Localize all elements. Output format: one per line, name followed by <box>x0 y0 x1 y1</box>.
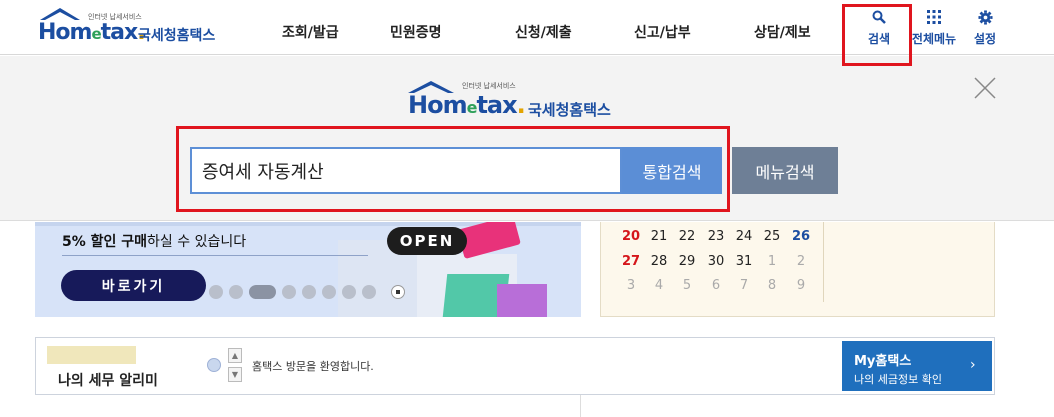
banner-stop-icon[interactable] <box>391 285 405 299</box>
banner-dot[interactable] <box>209 285 223 299</box>
notice-down-icon[interactable]: ▼ <box>228 367 242 382</box>
banner-divider <box>62 255 368 256</box>
calendar-day[interactable]: 28 <box>645 254 673 269</box>
logo-name: 국세청홈택스 <box>138 28 216 44</box>
highlight-box-search-button <box>842 4 912 66</box>
banner-open-sign: OPEN <box>387 227 467 255</box>
calendar-day[interactable]: 4 <box>645 278 673 293</box>
calendar-day[interactable]: 5 <box>673 278 701 293</box>
banner-dot[interactable] <box>362 285 376 299</box>
calendar-day[interactable]: 21 <box>645 229 673 244</box>
banner-dot[interactable] <box>229 285 243 299</box>
banner-dot[interactable] <box>322 285 336 299</box>
settings-label: 설정 <box>973 32 997 46</box>
banner-text: 5% 할인 구매하실 수 있습니다 <box>62 234 247 250</box>
calendar-day[interactable]: 26 <box>787 229 815 244</box>
notifier-title[interactable]: 나의 세무 알리미 <box>58 370 158 390</box>
content-divider <box>580 395 581 417</box>
page: 인터넷 납세서비스 Hometax. 국세청홈택스 조회/발급 민원증명 신청/… <box>0 0 1054 417</box>
calendar-day[interactable]: 23 <box>702 229 730 244</box>
banner-dot[interactable] <box>302 285 316 299</box>
calendar-day[interactable]: 7 <box>730 278 758 293</box>
nav-item-inquiry[interactable]: 조회/발급 <box>282 22 339 42</box>
calendar-day[interactable]: 3 <box>617 278 645 293</box>
calendar-day[interactable]: 9 <box>787 278 815 293</box>
gear-icon <box>965 10 1005 26</box>
calendar-day[interactable]: 30 <box>702 254 730 269</box>
grid-icon <box>910 10 958 26</box>
overlay-hometax-logo: 인터넷 납세서비스 Hometax. 국세청홈택스 <box>406 81 636 121</box>
highlight-box-search-field <box>176 126 730 212</box>
hometax-logo[interactable]: 인터넷 납세서비스 Hometax. 국세청홈택스 <box>34 8 224 48</box>
header-settings-button[interactable]: 설정 <box>965 10 1005 47</box>
calendar-day[interactable]: 6 <box>702 278 730 293</box>
menu-search-button[interactable]: 메뉴검색 <box>732 147 838 194</box>
logo-name: 국세청홈택스 <box>528 101 611 119</box>
calendar-day[interactable]: 27 <box>617 254 645 269</box>
logo-wordmark: Hometax. <box>38 20 146 45</box>
calendar-day[interactable]: 1 <box>758 254 786 269</box>
promo-banner: OPEN 5% 할인 구매하실 수 있습니다 바로가기 <box>35 222 581 317</box>
chevron-right-icon: › <box>970 357 976 373</box>
nav-item-application[interactable]: 신청/제출 <box>515 22 572 42</box>
calendar-day[interactable]: 2 <box>787 254 815 269</box>
close-icon[interactable] <box>972 75 998 101</box>
tax-calendar: 20 21 22 23 24 25 26 27 28 29 30 31 1 2 … <box>600 222 995 317</box>
allmenu-label: 전체메뉴 <box>911 32 957 46</box>
gift-box-illustration <box>497 284 547 317</box>
calendar-day[interactable]: 29 <box>673 254 701 269</box>
calendar-day[interactable]: 25 <box>758 229 786 244</box>
logo-subtitle: 인터넷 납세서비스 <box>462 82 516 90</box>
calendar-divider <box>823 222 824 302</box>
my-hometax-subtitle: 나의 세금정보 확인 <box>854 373 942 386</box>
roof-icon <box>40 8 80 20</box>
calendar-day[interactable]: 8 <box>758 278 786 293</box>
notice-up-icon[interactable]: ▲ <box>228 348 242 363</box>
banner-dot-active[interactable] <box>249 285 276 299</box>
notice-scroll-controls: ▲ ▼ <box>228 348 242 384</box>
my-hometax-title: My홈택스 <box>854 354 912 369</box>
calendar-day[interactable]: 20 <box>617 229 645 244</box>
nav-item-filing[interactable]: 신고/납부 <box>634 22 691 42</box>
banner-dot[interactable] <box>282 285 296 299</box>
notice-bullet-icon <box>207 358 221 372</box>
my-hometax-button[interactable]: My홈택스 나의 세금정보 확인 › <box>842 341 992 391</box>
banner-dot[interactable] <box>342 285 356 299</box>
tax-notifier-bar: 나의 세무 알리미 ▲ ▼ 홈택스 방문을 환영합니다. My홈택스 나의 세금… <box>35 337 995 395</box>
nav-item-certificate[interactable]: 민원증명 <box>390 22 442 42</box>
banner-goto-button[interactable]: 바로가기 <box>61 270 206 301</box>
calendar-day[interactable]: 31 <box>730 254 758 269</box>
logo-wordmark: Hometax. <box>408 91 526 119</box>
calendar-day[interactable]: 22 <box>673 229 701 244</box>
nav-item-consult[interactable]: 상담/제보 <box>754 22 811 42</box>
header-allmenu-button[interactable]: 전체메뉴 <box>910 10 958 47</box>
notifier-highlight <box>47 346 136 364</box>
notice-message[interactable]: 홈택스 방문을 환영합니다. <box>252 358 374 374</box>
calendar-day[interactable]: 24 <box>730 229 758 244</box>
